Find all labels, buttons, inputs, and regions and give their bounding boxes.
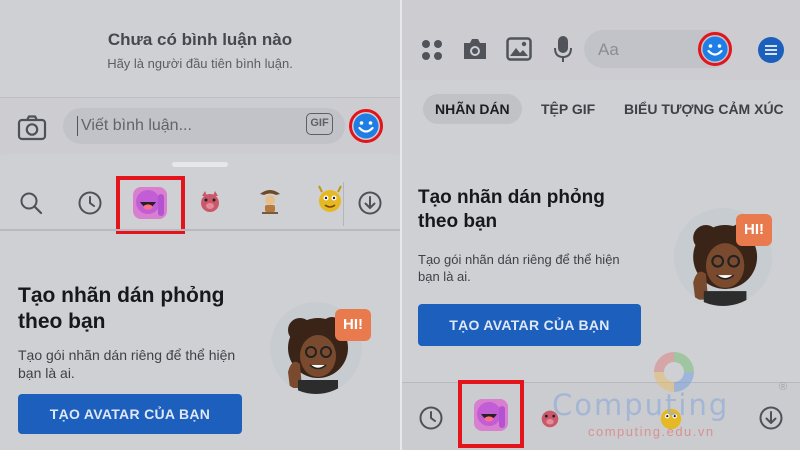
recent-clock-icon[interactable] [418,405,444,431]
avatar-stickers-icon[interactable] [473,397,509,433]
search-icon[interactable] [18,190,44,216]
sticker-pig[interactable] [197,188,223,216]
camera-icon[interactable] [17,115,47,141]
message-toolbar: Aa [402,0,800,80]
tab-separator [343,182,344,226]
tab-gifs[interactable]: TỆP GIF [541,94,595,124]
download-icon[interactable] [357,190,383,216]
comment-placeholder: Viết bình luận... [81,117,192,134]
tab-underline [0,229,400,231]
promo-title: Tạo nhãn dán phỏng theo bạn [418,186,605,234]
promo-title-line2: theo bạn [418,210,498,232]
create-avatar-button[interactable]: TẠO AVATAR CỦA BẠN [18,394,242,434]
emoji-icon[interactable] [698,32,732,66]
gif-button[interactable]: GIF [306,113,333,135]
promo-title-line1: Tạo nhãn dán phỏng [418,187,605,208]
sticker-creature[interactable] [316,184,344,216]
hi-badge: HI! [335,309,371,341]
text-caret [77,116,78,136]
promo-description: Tạo gói nhãn dán riêng để thể hiện bạn l… [418,252,620,286]
messenger-panel: Aa NHÃN DÁN TỆP GIF BIỂU TƯỢNG CẢM XÚC T… [402,0,800,450]
drag-handle[interactable] [172,162,228,167]
empty-comments-subtitle: Hãy là người đầu tiên bình luận. [107,56,293,71]
tab-emoji[interactable]: BIỂU TƯỢNG CẢM XÚC [624,94,784,124]
sticker-tab-row [0,176,400,234]
image-icon[interactable] [506,37,532,61]
mic-icon[interactable] [553,35,573,63]
promo-desc-line1: Tạo gói nhãn dán riêng để thể hiện [18,347,236,363]
empty-comments-title: Chưa có bình luận nào [107,30,293,49]
promo-title: Tạo nhãn dán phỏng theo bạn [18,283,224,336]
promo-title-line1: Tạo nhãn dán phỏng [18,284,225,307]
comment-input[interactable]: Viết bình luận... [63,108,345,144]
recent-clock-icon[interactable] [77,190,103,216]
message-placeholder: Aa [598,40,619,59]
apps-icon[interactable] [420,38,444,62]
sticker-category-tabs: NHÃN DÁN TỆP GIF BIỂU TƯỢNG CẢM XÚC [402,88,800,128]
watermark-registered: ® [779,381,788,393]
tab-stickers[interactable]: NHÃN DÁN [423,94,522,124]
promo-description: Tạo gói nhãn dán riêng để thể hiện bạn l… [18,346,235,382]
sticker-emoji-button[interactable] [349,109,383,143]
watermark-brand: Computing [552,388,730,422]
download-icon[interactable] [758,405,784,431]
promo-desc-line2: bạn là ai. [418,268,471,284]
watermark-url: computing.edu.vn [588,424,715,439]
camera-icon[interactable] [461,36,489,62]
comment-composer: Viết bình luận... GIF [0,97,400,155]
hi-badge: HI! [736,214,772,246]
empty-comments: Chưa có bình luận nào Hãy là người đầu t… [0,30,400,71]
promo-title-line2: theo bạn [18,310,106,334]
comment-panel: Chưa có bình luận nào Hãy là người đầu t… [0,0,400,450]
sticker-cowboy[interactable] [256,186,284,216]
menu-icon[interactable] [758,37,784,63]
avatar-stickers-icon[interactable] [132,186,168,220]
create-avatar-button[interactable]: TẠO AVATAR CỦA BẠN [418,304,641,346]
promo-desc-line2: bạn là ai. [18,365,75,382]
promo-desc-line1: Tạo gói nhãn dán riêng để thể hiện [418,252,620,267]
